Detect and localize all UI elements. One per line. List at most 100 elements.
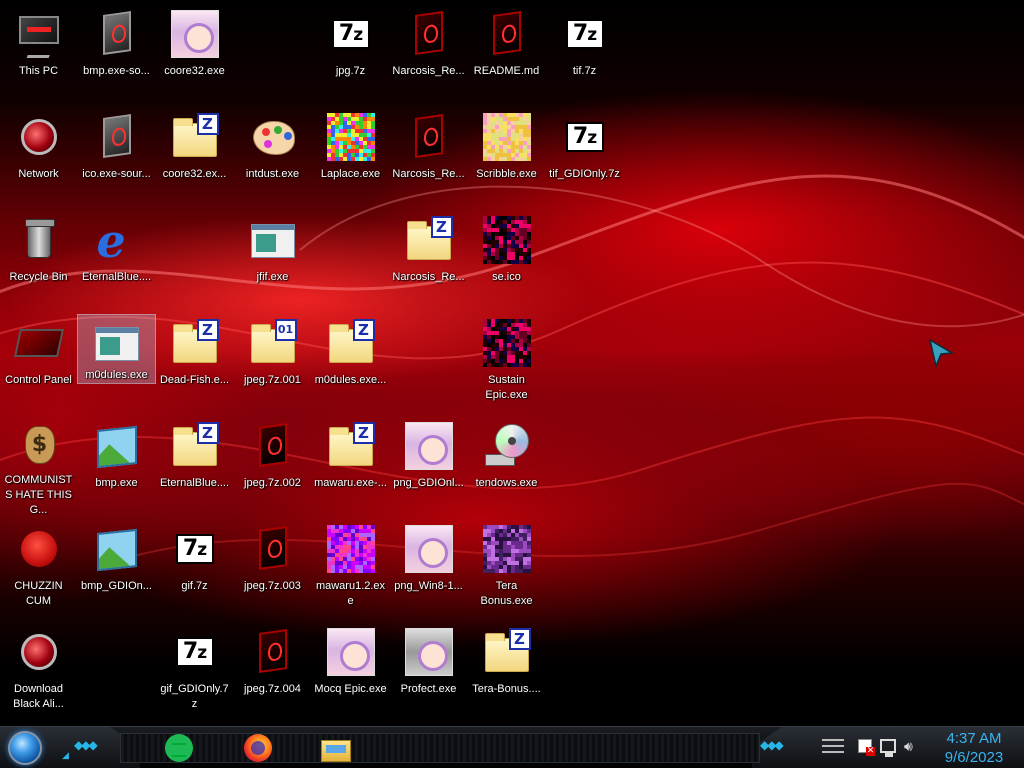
desktop-icon[interactable]: Zm0dules.exe... (312, 315, 389, 415)
desktop-icon[interactable]: Narcosis_Re... (390, 109, 467, 209)
alienware-file-icon (483, 10, 531, 58)
action-center-flag-icon[interactable] (858, 739, 875, 756)
desktop-icon[interactable]: jpeg.7z.004 (234, 624, 311, 724)
desktop-icon-label: bmp.exe-so... (83, 65, 150, 77)
desktop-icon[interactable]: 01 jpeg.7z.001 (234, 315, 311, 415)
desktop-icon[interactable]: $ COMMUNISTS HATE THIS G... (0, 418, 77, 518)
desktop-icon-label: png_Win8-1... (394, 580, 463, 592)
desktop-icon-label: Scribble.exe (476, 168, 537, 180)
desktop-icon[interactable]: Z EternalBlue.... (156, 418, 233, 518)
desktop-icon[interactable]: ico.exe-sour... (78, 109, 155, 209)
desktop-icon-label: mawaru.exe-... (314, 477, 387, 489)
application-window-icon (249, 216, 297, 264)
archive-7z-icon: 7z (561, 10, 609, 58)
desktop-icon[interactable]: Mocq Epic.exe (312, 624, 389, 724)
desktop-icon[interactable]: png_GDIOnl... (390, 418, 467, 518)
desktop-icon[interactable]: bmp_GDIOn... (78, 521, 155, 621)
firefox-icon (244, 734, 272, 762)
image-file-icon (93, 422, 141, 470)
desktop-icon[interactable]: intdust.exe (234, 109, 311, 209)
network-icon[interactable] (880, 739, 896, 757)
desktop-icon[interactable]: m0dules.exe (77, 314, 156, 384)
desktop-icon-label: jpg.7z (335, 65, 366, 77)
alienware-file-icon (249, 628, 297, 676)
desktop-icon-label: bmp.exe (95, 477, 138, 489)
desktop-icon-label: png_GDIOnl... (393, 477, 464, 489)
desktop-icon[interactable]: se.ico (468, 212, 545, 312)
desktop-icon-label: COMMUNISTS HATE THIS G... (4, 474, 73, 516)
paint-palette-icon (249, 113, 297, 161)
desktop-icon[interactable]: bmp.exe-so... (78, 6, 155, 106)
spotify-icon (165, 734, 193, 762)
desktop-icon[interactable]: tendows.exe (468, 418, 545, 518)
clock-date: 9/6/2023 (944, 749, 1004, 766)
desktop-icon[interactable]: 7z tif_GDIOnly.7z (546, 109, 623, 209)
desktop-icon-label: Profect.exe (400, 683, 457, 695)
desktop-icon-label: CHUZZIN CUM (14, 580, 63, 607)
desktop-icon[interactable]: Profect.exe (390, 624, 467, 724)
desktop-icon[interactable]: Control Panel (0, 315, 77, 415)
desktop-icon-label: Recycle Bin (9, 271, 68, 283)
desktop-icon[interactable]: mawaru1.2.exe (312, 521, 389, 621)
desktop-icon-label: mawaru1.2.exe (315, 580, 386, 607)
desktop-icon-label: EternalBlue.... (159, 477, 230, 489)
glitch-image-icon (482, 216, 531, 264)
start-button[interactable] (8, 731, 42, 765)
desktop-icon[interactable]: Download Black Ali... (0, 624, 77, 724)
mouse-cursor-icon (928, 338, 954, 368)
desktop-icon[interactable]: Laplace.exe (312, 109, 389, 209)
taskbar-app-file-explorer[interactable] (319, 732, 351, 764)
desktop-icon[interactable]: Z Dead-Fish.e... (156, 315, 233, 415)
clock-time: 4:37 AM (946, 730, 1002, 747)
desktop-icon[interactable]: Recycle Bin (0, 212, 77, 312)
desktop-icon-label: tif.7z (572, 65, 597, 77)
show-hidden-icons-icon[interactable] (822, 739, 844, 753)
archive-7z-icon: 7z (171, 628, 219, 676)
desktop-icon-label: ico.exe-sour... (82, 168, 151, 180)
desktop-icon-label: intdust.exe (245, 168, 300, 180)
taskbar-clock[interactable]: 4:37 AM 9/6/2023 (934, 729, 1014, 767)
desktop-icon[interactable]: Z Tera-Bonus.... (468, 624, 545, 724)
desktop-icon-label: Mocq Epic.exe (314, 683, 387, 695)
taskbar-app-spotify[interactable] (163, 732, 195, 764)
glitch-image-icon (482, 525, 531, 573)
network-globe-icon (15, 628, 63, 676)
desktop-icon[interactable]: Tera Bonus.exe (468, 521, 545, 621)
desktop-icon-label: m0dules.exe (85, 369, 148, 381)
zip-folder-icon: Z (171, 422, 219, 470)
anime-character-icon (404, 422, 453, 470)
desktop-icon[interactable]: Scribble.exe (468, 109, 545, 209)
chevron-left-small-icon: ◢ (62, 751, 69, 761)
desktop-icon[interactable]: e EternalBlue.... (78, 212, 155, 312)
desktop-icon-label: Narcosis_Re... (392, 65, 465, 77)
desktop-icon[interactable]: jpeg.7z.003 (234, 521, 311, 621)
alienware-file-icon (249, 525, 297, 573)
desktop-icon[interactable]: Zmawaru.exe-... (312, 418, 389, 518)
desktop-icon[interactable]: README.md (468, 6, 545, 106)
desktop-icon[interactable]: 7z gif.7z (156, 521, 233, 621)
desktop-icon[interactable]: Sustain Epic.exe (468, 315, 545, 415)
desktop-icon[interactable]: coore32.exe (156, 6, 233, 106)
desktop-icon[interactable]: 7z gif_GDIOnly.7z (156, 624, 233, 724)
anime-character-icon (404, 525, 453, 573)
desktop-icon[interactable]: png_Win8-1... (390, 521, 467, 621)
desktop-icon[interactable]: CHUZZIN CUM (0, 521, 77, 621)
desktop-icon[interactable]: bmp.exe (78, 418, 155, 518)
desktop-icon-label: jpeg.7z.002 (244, 477, 301, 489)
zip-folder-icon: Z (171, 113, 219, 161)
desktop-icon-label: gif_GDIOnly.7z (160, 683, 229, 710)
desktop-icon[interactable]: Network (0, 109, 77, 209)
desktop-icon[interactable]: 7z jpg.7z (312, 6, 389, 106)
desktop-icon[interactable]: jfif.exe (234, 212, 311, 312)
volume-icon[interactable]: 🔊︎ (904, 739, 913, 755)
desktop-icon[interactable]: Narcosis_Re... (390, 6, 467, 106)
desktop-icon[interactable]: 7z tif.7z (546, 6, 623, 106)
glitch-image-icon (482, 319, 531, 367)
zip-folder-icon: 01 (249, 319, 297, 367)
desktop-icon[interactable]: jpeg.7z.002 (234, 418, 311, 518)
desktop-icon[interactable]: This PC (0, 6, 77, 106)
archive-7z-icon: 7z (561, 113, 609, 161)
taskbar-app-firefox[interactable] (242, 732, 274, 764)
desktop-icon[interactable]: Z Narcosis_Re... (390, 212, 467, 312)
desktop-icon[interactable]: Zcoore32.ex... (156, 109, 233, 209)
